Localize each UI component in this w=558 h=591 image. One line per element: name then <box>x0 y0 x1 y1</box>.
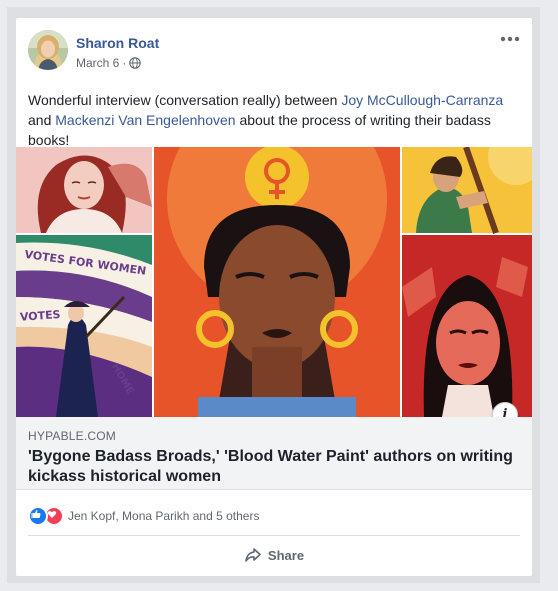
mention-link[interactable]: Joy McCullough-Carranza <box>341 92 503 108</box>
author-name[interactable]: Sharon Roat <box>76 35 159 51</box>
more-options-icon[interactable] <box>498 30 522 48</box>
panel-top-left <box>16 147 152 233</box>
link-preview-caption[interactable]: HYPABLE.COM 'Bygone Badass Broads,' 'Blo… <box>16 417 532 490</box>
share-icon <box>245 548 261 562</box>
link-preview-image[interactable]: VOTES FOR WOMEN VOTES HOME i <box>16 89 532 428</box>
panel-bottom-right <box>402 235 532 417</box>
panel-bottom-left: VOTES FOR WOMEN VOTES HOME <box>16 235 152 417</box>
post-text-part: and <box>28 112 56 128</box>
panel-center <box>154 89 400 417</box>
illustration-collage: VOTES FOR WOMEN VOTES HOME <box>16 89 532 417</box>
post-text-part: Wonderful interview (conversation really… <box>28 92 342 108</box>
globe-icon[interactable] <box>129 57 142 69</box>
share-button[interactable]: Share <box>28 539 520 571</box>
action-divider <box>28 535 520 536</box>
mention-link[interactable]: Mackenzi Van Engelenhoven <box>55 112 235 128</box>
link-title[interactable]: 'Bygone Badass Broads,' 'Blood Water Pai… <box>28 447 520 487</box>
post-header: Sharon Roat March 6 · <box>16 18 532 78</box>
post-card: Sharon Roat March 6 · Wonderful intervie… <box>15 17 533 577</box>
post-date[interactable]: March 6 <box>76 56 119 70</box>
avatar[interactable] <box>28 30 68 70</box>
avatar-photo <box>28 30 68 70</box>
post-text: Wonderful interview (conversation really… <box>28 90 520 150</box>
like-icon <box>28 506 48 526</box>
feed-background: Sharon Roat March 6 · Wonderful intervie… <box>7 7 540 583</box>
meta-separator: · <box>122 56 127 70</box>
panel-top-right <box>402 129 532 234</box>
link-domain: HYPABLE.COM <box>28 429 116 443</box>
reaction-names[interactable]: Jen Kopf, Mona Parikh and 5 others <box>68 509 259 523</box>
post-meta: March 6 · <box>76 56 142 70</box>
share-label: Share <box>267 547 305 563</box>
reactions-summary[interactable]: Jen Kopf, Mona Parikh and 5 others <box>28 506 259 526</box>
